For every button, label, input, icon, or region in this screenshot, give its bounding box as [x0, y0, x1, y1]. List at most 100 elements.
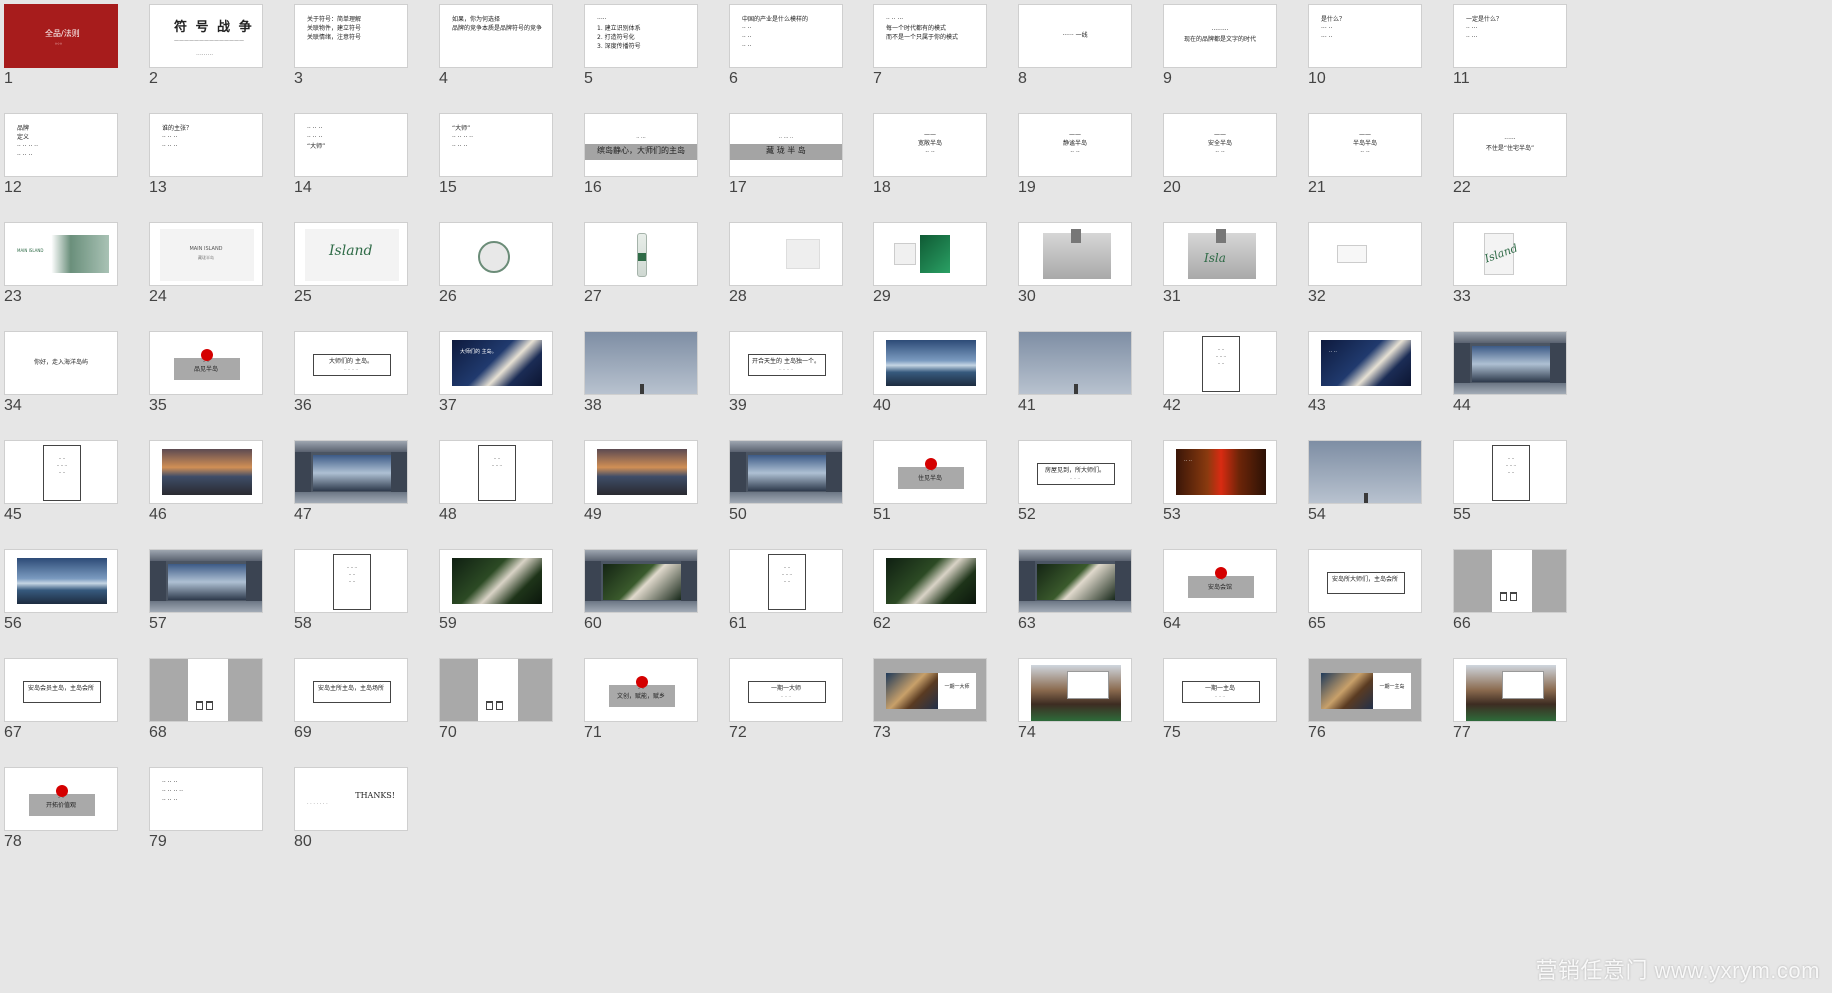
- slide-thumbnail-11[interactable]: 一定是什么？ ·· ··· ·· ···: [1453, 4, 1567, 68]
- hall-floor: [730, 491, 842, 503]
- slide-thumbnail-57[interactable]: [149, 549, 263, 613]
- slide-thumbnail-22[interactable]: ······ 不住是“住宅半岛”: [1453, 113, 1567, 177]
- slide-thumbnail-49[interactable]: [584, 440, 698, 504]
- slide-number: 15: [439, 179, 457, 196]
- slide-number: 24: [149, 288, 167, 305]
- slide-thumbnail-76[interactable]: 一期一主岛: [1308, 658, 1422, 722]
- slide-thumbnail-64[interactable]: ·· ·· 安岛会馆: [1163, 549, 1277, 613]
- slide-thumbnail-36[interactable]: 大师们的 主岛。 ·· ·· ·· ··: [294, 331, 408, 395]
- slide-number: 9: [1163, 70, 1172, 87]
- slide-thumbnail-17[interactable]: 藏 珑 半 岛 ·· ··· ··: [729, 113, 843, 177]
- slide-thumbnail-24[interactable]: MAIN ISLAND 藏珑半岛: [149, 222, 263, 286]
- slide-thumbnail-30[interactable]: [1018, 222, 1132, 286]
- slide-thumbnail-60[interactable]: [584, 549, 698, 613]
- slide-text: ·· ·· ··: [1215, 354, 1227, 359]
- slide-thumbnail-72[interactable]: 一期一大师 ·· ·· ··: [729, 658, 843, 722]
- slide-number: 41: [1018, 397, 1036, 414]
- slide-thumbnail-5[interactable]: ····· 1. 建立识别体系 2. 打造符号化 3. 深度传播符号: [584, 4, 698, 68]
- slide-thumbnail-47[interactable]: [294, 440, 408, 504]
- slide-thumbnail-75[interactable]: 一期一主岛 ·· ·· ··: [1163, 658, 1277, 722]
- slide-thumbnail-50[interactable]: [729, 440, 843, 504]
- slide-thumbnail-23[interactable]: MAIN ISLAND: [4, 222, 118, 286]
- slide-thumbnail-80[interactable]: THANKS! · · · · · · ·: [294, 767, 408, 831]
- slide-thumbnail-74[interactable]: [1018, 658, 1132, 722]
- slide-thumbnail-26[interactable]: [439, 222, 553, 286]
- slide-thumbnail-33[interactable]: Island: [1453, 222, 1567, 286]
- hall-wall-left: [295, 452, 311, 492]
- slide-thumbnail-61[interactable]: ·· ·· ·· ·· ·· ·· ··: [729, 549, 843, 613]
- slide-thumbnail-25[interactable]: Island: [294, 222, 408, 286]
- slide-thumbnail-52[interactable]: 房屋见到，所大师们。 ·· ·· ··: [1018, 440, 1132, 504]
- slide-thumbnail-66[interactable]: [1453, 549, 1567, 613]
- slide-thumbnail-32[interactable]: [1308, 222, 1422, 286]
- slide-thumbnail-34[interactable]: 你好，走入海洋岛屿: [4, 331, 118, 395]
- slide-thumbnail-6[interactable]: 中国的产业是什么模样的 ·· ·· ·· ·· ·· ··: [729, 4, 843, 68]
- slide-number: 13: [149, 179, 167, 196]
- slide-thumbnail-1[interactable]: 全品/法则。。。: [4, 4, 118, 68]
- slide-thumbnail-19[interactable]: —— 静谧半岛 ·· ··: [1018, 113, 1132, 177]
- slide-number: 52: [1018, 506, 1036, 523]
- slide-thumbnail-43[interactable]: ·· ··: [1308, 331, 1422, 395]
- slide-thumbnail-9[interactable]: ········· 现在的品牌都是文字的时代: [1163, 4, 1277, 68]
- slide-thumbnail-78[interactable]: ·· ·· 开拓价值观: [4, 767, 118, 831]
- slide-thumbnail-12[interactable]: 品牌 定义 ·· ·· ·· ·· ·· ·· ··: [4, 113, 118, 177]
- slide-text: 1. 建立识别体系: [597, 25, 641, 32]
- slide-thumbnail-18[interactable]: —— 宽敞半岛 ·· ··: [873, 113, 987, 177]
- slide-thumbnail-58[interactable]: ·· ·· ·· ·· ·· ·· ··: [294, 549, 408, 613]
- slide-thumbnail-35[interactable]: ·· ·· 品见半岛: [149, 331, 263, 395]
- slide-text: ·· ·· ·· ··: [162, 788, 183, 795]
- slide-thumbnail-55[interactable]: ·· ·· ·· ·· ·· ·· ··: [1453, 440, 1567, 504]
- slide-thumbnail-56[interactable]: [4, 549, 118, 613]
- slide-thumbnail-71[interactable]: ·· ·· 文创，赋能，赋乡: [584, 658, 698, 722]
- slide-thumbnail-10[interactable]: 是什么？ ··· ·· ··· ··: [1308, 4, 1422, 68]
- slide-thumbnail-42[interactable]: ·· ·· ·· ·· ·· ·· ··: [1163, 331, 1277, 395]
- slide-thumbnail-51[interactable]: ·· ·· 住见半岛: [873, 440, 987, 504]
- slide-thumbnail-2[interactable]: 符 号 战 争 —————————————— ·········: [149, 4, 263, 68]
- slide-text: ·· ··: [1070, 149, 1080, 156]
- slide-thumbnail-7[interactable]: ·· ·· ··· 每一个时代都有的模式 而不是一个只属于你的模式: [873, 4, 987, 68]
- slide-thumbnail-44[interactable]: [1453, 331, 1567, 395]
- hall-ceiling: [730, 441, 842, 453]
- slide-thumbnail-46[interactable]: [149, 440, 263, 504]
- slide-thumbnail-41[interactable]: [1018, 331, 1132, 395]
- slide-thumbnail-77[interactable]: [1453, 658, 1567, 722]
- slide-thumbnail-45[interactable]: ·· ·· ·· ·· ·· ·· ··: [4, 440, 118, 504]
- slide-thumbnail-70[interactable]: [439, 658, 553, 722]
- slide-thumbnail-67[interactable]: 安岛会员主岛，主岛会所: [4, 658, 118, 722]
- slide-thumbnail-20[interactable]: —— 安全半岛 ·· ··: [1163, 113, 1277, 177]
- slide-text: MAIN ISLAND: [17, 248, 44, 253]
- slide-thumbnail-68[interactable]: [149, 658, 263, 722]
- slide-thumbnail-65[interactable]: 安岛所大师们，主岛会所: [1308, 549, 1422, 613]
- slide-thumbnail-8[interactable]: ······ 一线: [1018, 4, 1132, 68]
- slide-thumbnail-53[interactable]: ·· ··: [1163, 440, 1277, 504]
- slide-thumbnail-38[interactable]: [584, 331, 698, 395]
- slide-text: ·· ·· ··: [346, 565, 358, 570]
- slide-thumbnail-21[interactable]: —— 半岛半岛 ·· ··: [1308, 113, 1422, 177]
- slide-thumbnail-59[interactable]: [439, 549, 553, 613]
- slide-thumbnail-27[interactable]: [584, 222, 698, 286]
- slide-thumbnail-13[interactable]: 谁的主张？ ·· ·· ·· ·· ·· ··: [149, 113, 263, 177]
- slide-thumbnail-29[interactable]: [873, 222, 987, 286]
- slide-number: 25: [294, 288, 312, 305]
- slide-thumbnail-28[interactable]: [729, 222, 843, 286]
- slide-number: 26: [439, 288, 457, 305]
- slide-text: 房屋见到，所大师们。: [1044, 467, 1105, 474]
- slide-thumbnail-63[interactable]: [1018, 549, 1132, 613]
- slide-thumbnail-16[interactable]: 缤岛静心，大师们的主岛 ·· ···: [584, 113, 698, 177]
- slide-thumbnail-48[interactable]: ·· ·· ·· ·· ··: [439, 440, 553, 504]
- slide-thumbnail-40[interactable]: [873, 331, 987, 395]
- slide-thumbnail-79[interactable]: ·· ·· ·· ·· ·· ·· ·· ·· ·· ··: [149, 767, 263, 831]
- slide-thumbnail-3[interactable]: 关于符号：简单理解 关联物件，建立符号 关联情绪，注意符号: [294, 4, 408, 68]
- slide-thumbnail-4[interactable]: 如果，你为何选择 品牌的竞争本质是品牌符号的竞争: [439, 4, 553, 68]
- slide-thumbnail-37[interactable]: 大师们的 主岛。: [439, 331, 553, 395]
- slide-thumbnail-54[interactable]: [1308, 440, 1422, 504]
- slide-thumbnail-62[interactable]: [873, 549, 987, 613]
- slide-thumbnail-39[interactable]: 开合天生的 主岛独一个。 ·· ·· ·· ··: [729, 331, 843, 395]
- slide-thumbnail-69[interactable]: 安岛主所主岛，主岛场所: [294, 658, 408, 722]
- slide-thumbnail-73[interactable]: 一期一大师: [873, 658, 987, 722]
- slide-thumbnail-31[interactable]: Isla: [1163, 222, 1277, 286]
- slide-thumbnail-14[interactable]: ·· ·· ·· ·· ·· ·· “大师”: [294, 113, 408, 177]
- slide-thumbnail-15[interactable]: “大师” ·· ·· ·· ·· ·· ·· ··: [439, 113, 553, 177]
- slide-photo: [452, 558, 542, 604]
- slide-number: 53: [1163, 506, 1181, 523]
